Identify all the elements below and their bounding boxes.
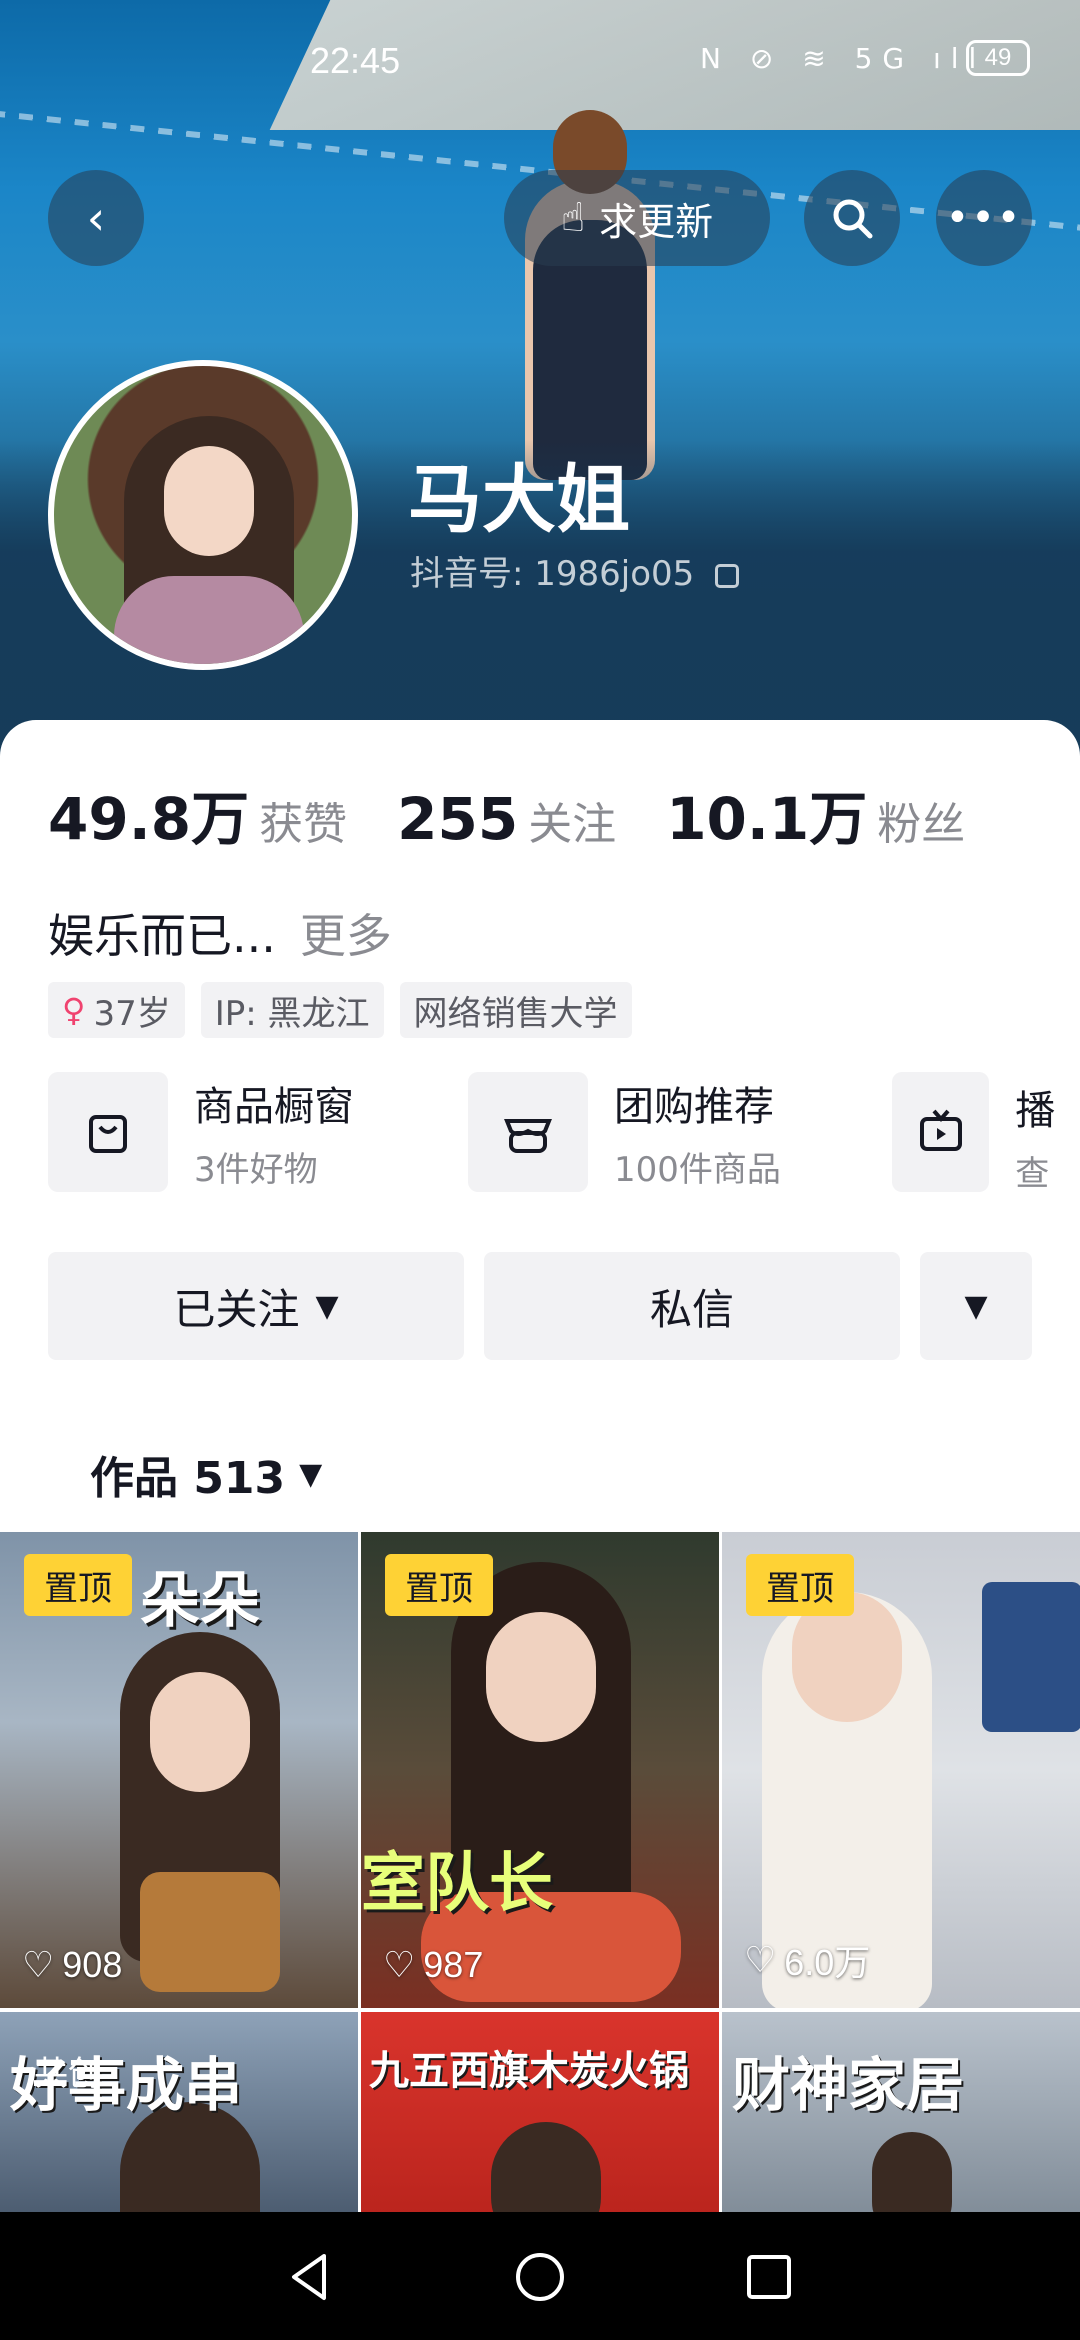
video-banner: 财神家居	[732, 2051, 965, 2119]
tag-ip: IP: 黑龙江	[200, 982, 384, 1038]
cover-figure	[505, 110, 675, 480]
following-button[interactable]: 已关注 ▼	[48, 1252, 464, 1360]
service-live[interactable]: 直播查看	[892, 1070, 1080, 1194]
search-button[interactable]	[804, 170, 900, 266]
profile-tags: ♀ 37岁 IP: 黑龙江 网络销售大学	[48, 982, 632, 1038]
tab-works-label: 作品 513	[90, 1453, 286, 1504]
service-title: 直播	[1015, 1070, 1056, 1134]
stat-label: 关注	[528, 799, 617, 850]
pinned-badge: 置顶	[24, 1554, 132, 1616]
search-icon	[833, 199, 873, 239]
stat-label: 粉丝	[877, 799, 966, 850]
stats-row: 49.8万 获赞 255 关注 10.1万 粉丝	[48, 772, 965, 856]
chevron-left-icon: ‹	[86, 191, 106, 245]
caret-down-icon: ▼	[299, 1456, 323, 1492]
stat-value: 49.8万	[48, 785, 250, 853]
tab-works[interactable]: 作品 513 ▼	[90, 1442, 322, 1506]
more-button[interactable]: •••	[936, 170, 1032, 266]
request-update-button[interactable]: ☝ 求更新	[504, 170, 770, 266]
copy-icon[interactable]	[715, 563, 740, 588]
video-card[interactable]: 好事成串 共创	[0, 2012, 358, 2232]
heart-icon: ♡	[744, 1939, 777, 1980]
service-title: 团购推荐	[614, 1083, 774, 1130]
bio-more-link[interactable]: 更多	[300, 909, 392, 963]
bio-text: 娱乐而已...	[48, 909, 276, 963]
more-dots-icon: •••	[945, 195, 1023, 241]
service-group-buy[interactable]: 团购推荐 100件商品	[468, 1070, 781, 1194]
video-thumbnail-seats	[982, 1582, 1080, 1732]
video-card[interactable]: 置顶 ♡ 6.0万	[722, 1532, 1080, 2008]
stat-value: 10.1万	[666, 785, 868, 853]
service-subtitle: 查看	[1015, 1154, 1050, 1194]
video-likes: ♡ 6.0万	[744, 1934, 870, 1986]
service-subtitle: 3件好物	[194, 1149, 318, 1190]
tag-age: ♀ 37岁	[48, 982, 185, 1038]
video-thumbnail-cake	[140, 1872, 280, 1992]
co-create-badge: 共创	[34, 2054, 102, 2094]
video-card[interactable]: 九五西旗木炭火锅	[361, 2012, 719, 2232]
heart-icon: ♡	[383, 1944, 416, 1985]
services-row: 商品橱窗 3件好物 团购推荐 100件商品 直播查看	[48, 1070, 1080, 1200]
video-banner: 九五西旗木炭火锅	[369, 2048, 689, 2094]
video-card[interactable]: 室队长 置顶 ♡ 987	[361, 1532, 719, 2008]
action-buttons: 已关注 ▼ 私信 ▼	[48, 1252, 1032, 1360]
profile-name: 马大姐	[408, 457, 630, 543]
stat-likes[interactable]: 49.8万 获赞	[48, 772, 347, 856]
video-card[interactable]: 朵朵 置顶 ♡ 908	[0, 1532, 358, 2008]
system-nav-bar	[0, 2212, 1080, 2340]
status-bar: 22:45 N ⊘ ≋ 5G ıll 49	[0, 40, 1080, 81]
video-banner: 室队长	[361, 1847, 553, 1921]
video-card[interactable]: 财神家居	[722, 2012, 1080, 2232]
heart-icon: ♡	[22, 1944, 55, 1985]
pinned-badge: 置顶	[385, 1554, 493, 1616]
status-time: 22:45	[310, 40, 401, 81]
video-thumbnail-face	[150, 1672, 250, 1792]
video-likes: ♡ 987	[383, 1944, 483, 1986]
service-subtitle: 100件商品	[614, 1149, 781, 1190]
bio: 娱乐而已... 更多	[48, 900, 392, 966]
caret-down-icon: ▼	[315, 1288, 339, 1324]
back-button[interactable]: ‹	[48, 170, 144, 266]
video-banner: 朵朵	[140, 1566, 260, 1636]
tag-school[interactable]: 网络销售大学	[399, 982, 632, 1038]
group-buy-icon	[468, 1072, 588, 1192]
stat-following[interactable]: 255 关注	[397, 785, 616, 853]
status-signal-icons: N ⊘ ≋ 5G ıll	[700, 42, 987, 75]
message-label: 私信	[649, 1284, 734, 1334]
stat-value: 255	[397, 785, 519, 853]
home-circle-icon[interactable]	[513, 2250, 567, 2304]
video-grid: 朵朵 置顶 ♡ 908 室队长 置顶 ♡ 987 置顶 ♡ 6.0万 好事成串 共创	[0, 1532, 1080, 2232]
stat-label: 获赞	[259, 799, 348, 850]
douyin-id-text: 抖音号: 1986jo05	[410, 554, 695, 594]
pinned-badge: 置顶	[746, 1554, 854, 1616]
live-tv-icon	[892, 1072, 990, 1192]
more-actions-button[interactable]: ▼	[920, 1252, 1032, 1360]
recents-square-icon[interactable]	[742, 2250, 796, 2304]
message-button[interactable]: 私信	[484, 1252, 900, 1360]
female-icon: ♀	[62, 991, 86, 1029]
caret-down-icon: ▼	[964, 1288, 988, 1324]
video-thumbnail-face	[486, 1612, 596, 1742]
service-showcase[interactable]: 商品橱窗 3件好物	[48, 1070, 354, 1194]
back-triangle-icon[interactable]	[284, 2250, 338, 2304]
stat-followers[interactable]: 10.1万 粉丝	[666, 772, 965, 856]
video-likes: ♡ 908	[22, 1944, 122, 1986]
service-title: 商品橱窗	[194, 1083, 354, 1130]
thumb-point-icon: ☝	[560, 195, 586, 241]
douyin-id[interactable]: 抖音号: 1986jo05	[410, 546, 740, 595]
like-count: 987	[423, 1944, 484, 1985]
following-label: 已关注	[173, 1284, 300, 1334]
battery-icon: 49	[966, 40, 1030, 76]
profile-panel: 49.8万 获赞 255 关注 10.1万 粉丝 娱乐而已... 更多 ♀ 37岁 IP:…	[0, 720, 1080, 2232]
request-update-label: 求更新	[599, 199, 714, 244]
shopping-bag-icon	[48, 1072, 168, 1192]
avatar[interactable]	[48, 360, 358, 670]
like-count: 6.0万	[784, 1942, 871, 1983]
like-count: 908	[62, 1944, 123, 1985]
tag-age-text: 37岁	[93, 993, 171, 1034]
